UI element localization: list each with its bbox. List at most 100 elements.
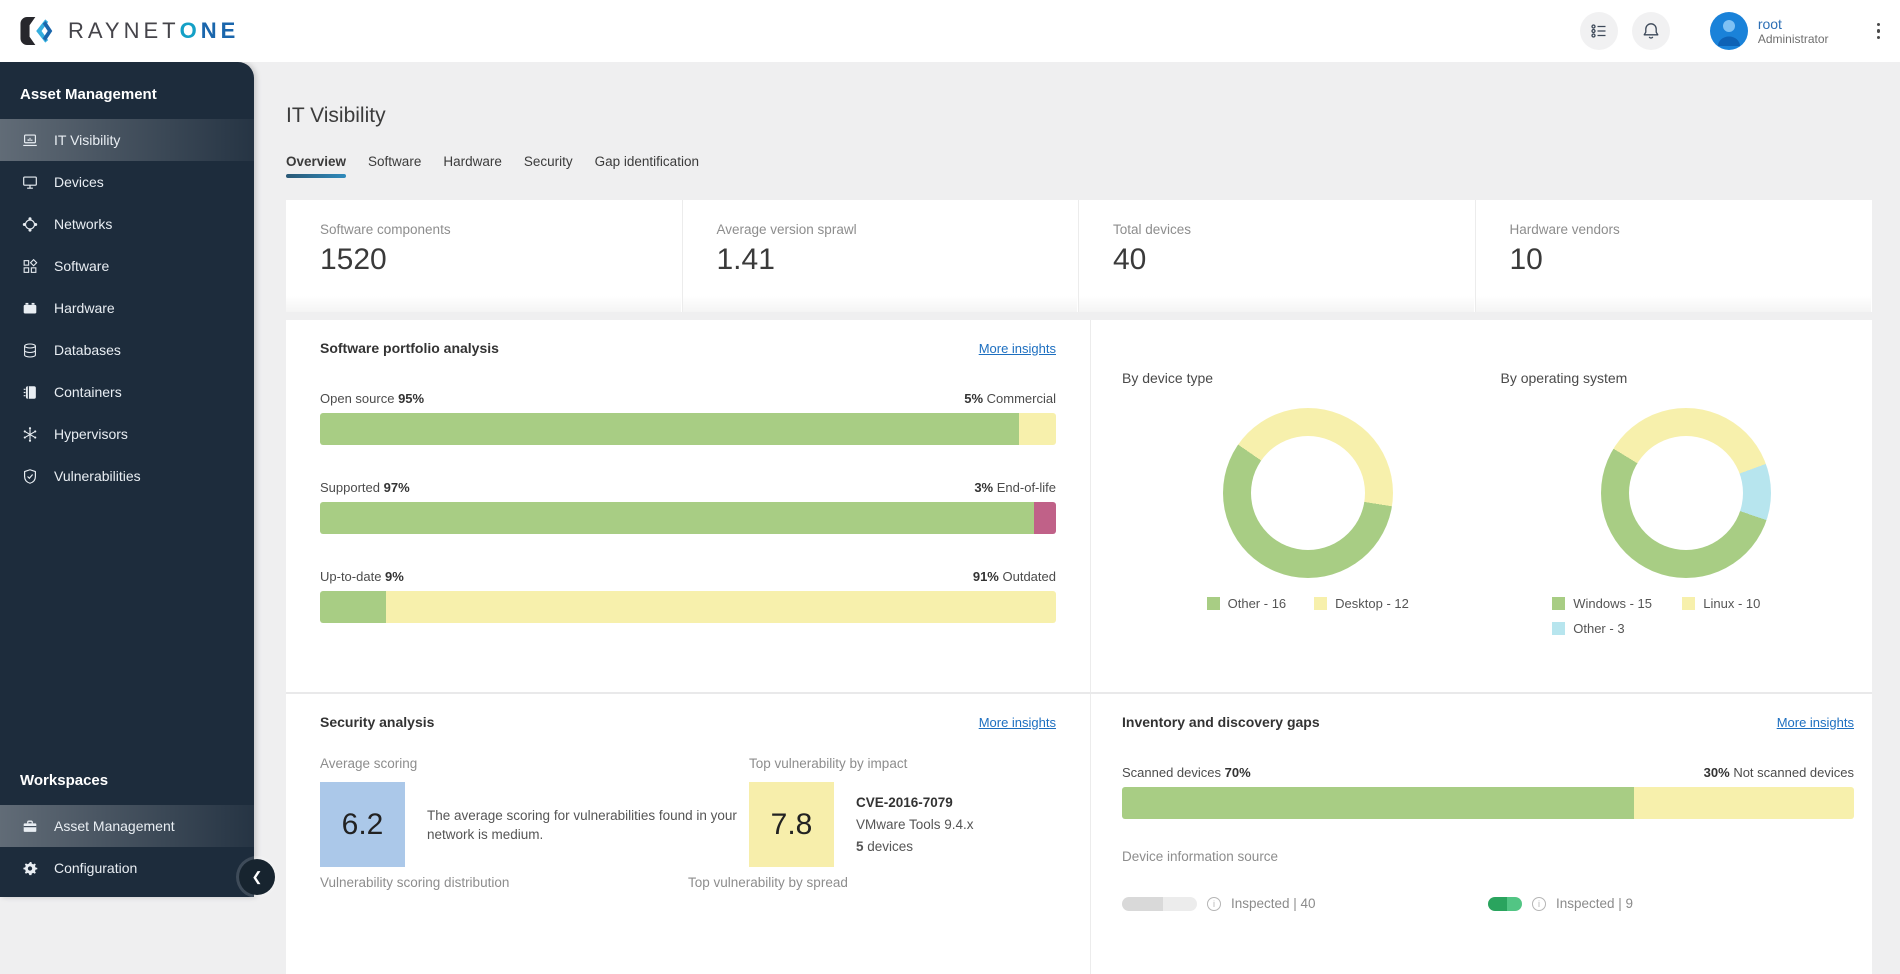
hypervisors-icon [21,425,39,444]
workspace-item-asset-management[interactable]: Asset Management [0,805,254,847]
app-logo: RAYNETONE [18,12,239,50]
sidebar-item-label: Vulnerabilities [54,468,141,484]
networks-icon [21,215,39,234]
kpi-label: Software components [320,222,682,237]
tab-hardware[interactable]: Hardware [443,154,502,178]
task-list-icon [1589,21,1609,41]
notifications-button[interactable] [1632,12,1670,50]
raynet-logo-icon [18,12,56,50]
sidebar-item-label: Networks [54,216,112,232]
kpi-card-average-version-sprawl: Average version sprawl1.41 [683,200,1080,312]
tab-security[interactable]: Security [524,154,573,178]
sidebar-item-devices[interactable]: Devices [0,161,254,203]
tab-software[interactable]: Software [368,154,421,178]
inventory-more-insights-link[interactable]: More insights [1777,715,1854,730]
legend-item-linux: Linux - 10 [1682,596,1792,611]
kpi-card-total-devices: Total devices 40 [1079,200,1476,312]
sidebar-item-hardware[interactable]: Hardware [0,287,254,329]
legend-label: Other - 3 [1573,621,1624,636]
kpi-label: Total devices [1113,222,1475,237]
bar-segment-left [320,413,1019,445]
more-options-button[interactable] [1871,17,1887,46]
databases-icon [21,341,39,360]
bar-segment-left [320,502,1034,534]
kpi-card-hardware-vendors: Hardware vendors10 [1476,200,1873,312]
legend-item-other: Other - 3 [1552,621,1662,636]
software-icon [21,257,39,276]
legend-swatch [1207,597,1220,610]
cve-devices: 5 devices [856,837,974,856]
bar-segment-right [1034,502,1056,534]
bar-label-right: 91% Outdated [973,569,1056,584]
device-type-legend: Other - 16 Desktop - 12 [1122,596,1494,619]
bar-label-left: Scanned devices 70% [1122,765,1251,780]
security-more-insights-link[interactable]: More insights [979,715,1056,730]
workspace-item-configuration[interactable]: Configuration [0,847,254,889]
device-source-label: Inspected | 9 [1556,896,1633,911]
inventory-gaps-card: Inventory and discovery gaps More insigh… [1090,694,1872,974]
kpi-row: Software components1520Average version s… [286,200,1872,312]
split-bar-group: Supported 97%3% End-of-life [320,480,1056,534]
bar-segment-right [1634,787,1854,819]
device-source-label: Inspected | 40 [1231,896,1316,911]
clipped-section-label-right: Top vulnerability by spread [688,875,1056,890]
sidebar-item-label: Hardware [54,300,115,316]
sidebar-item-software[interactable]: Software [0,245,254,287]
kpi-value: 40 [1113,243,1475,277]
split-bar [320,413,1056,445]
page-title: IT Visibility [286,104,1872,128]
legend-label: Windows - 15 [1573,596,1652,611]
tab-gap-identification[interactable]: Gap identification [595,154,699,178]
sidebar-item-label: Devices [54,174,104,190]
software-portfolio-card: Software portfolio analysis More insight… [286,320,1090,692]
split-bar-group: Scanned devices 70% 30% Not scanned devic… [1122,765,1854,819]
app-header: RAYNETONE root [0,0,1900,62]
sidebar-item-networks[interactable]: Networks [0,203,254,245]
split-bar [320,502,1056,534]
sidebar-item-label: Configuration [54,860,137,876]
average-score-value: 6.2 [320,782,405,867]
legend-item-other: Other - 16 [1207,596,1287,611]
legend-swatch [1552,597,1565,610]
average-scoring-label: Average scoring [320,756,749,771]
user-menu[interactable]: root Administrator [1710,12,1829,50]
legend-swatch [1682,597,1695,610]
user-role: Administrator [1758,32,1829,46]
task-list-button[interactable] [1580,12,1618,50]
security-analysis-title: Security analysis [320,714,434,730]
portfolio-bars: Open source 95%5% CommercialSupported 97… [320,391,1056,623]
sidebar-item-containers[interactable]: Containers [0,371,254,413]
bar-segment-left [1122,787,1634,819]
software-portfolio-more-insights-link[interactable]: More insights [979,341,1056,356]
bar-label-left: Up-to-date 9% [320,569,404,584]
sidebar-item-it-visibility[interactable]: IT Visibility [0,119,254,161]
device-type-chart: By device type Other - 16Desktop - 12 [1091,320,1494,692]
briefcase-icon [21,817,39,836]
sidebar-item-hypervisors[interactable]: Hypervisors [0,413,254,455]
average-score-description: The average scoring for vulnerabilities … [427,806,749,844]
avatar [1710,12,1748,50]
sidebar-item-databases[interactable]: Databases [0,329,254,371]
sidebar-item-label: Containers [54,384,122,400]
legend-item-windows: Windows - 15 [1552,596,1662,611]
sidebar-item-label: IT Visibility [54,132,120,148]
legend-item-desktop: Desktop - 12 [1314,596,1409,611]
legend-label: Linux - 10 [1703,596,1760,611]
kpi-value: 1.41 [717,243,1079,277]
tab-overview[interactable]: Overview [286,154,346,178]
sidebar-collapse-button[interactable]: ❮ [239,859,275,895]
operating-system-chart: By operating system Windows - 15Linux - … [1494,320,1873,692]
operating-system-donut [1601,408,1771,578]
bar-label-right: 30% Not scanned devices [1704,765,1854,780]
logo-text: RAYNETONE [68,18,239,44]
legend-label: Desktop - 12 [1335,596,1409,611]
inventory-bar: Scanned devices 70% 30% Not scanned devic… [1122,765,1854,819]
cve-id: CVE-2016-7079 [856,793,974,812]
sidebar-item-vulnerabilities[interactable]: Vulnerabilities [0,455,254,497]
bar-label-left: Open source 95% [320,391,424,406]
main-content: IT Visibility Overview Software Hardware Se… [254,62,1900,974]
legend-swatch [1314,597,1327,610]
workspace-nav: Asset Management Configuration [0,805,254,889]
bar-label-left: Supported 97% [320,480,410,495]
containers-icon [21,383,39,402]
